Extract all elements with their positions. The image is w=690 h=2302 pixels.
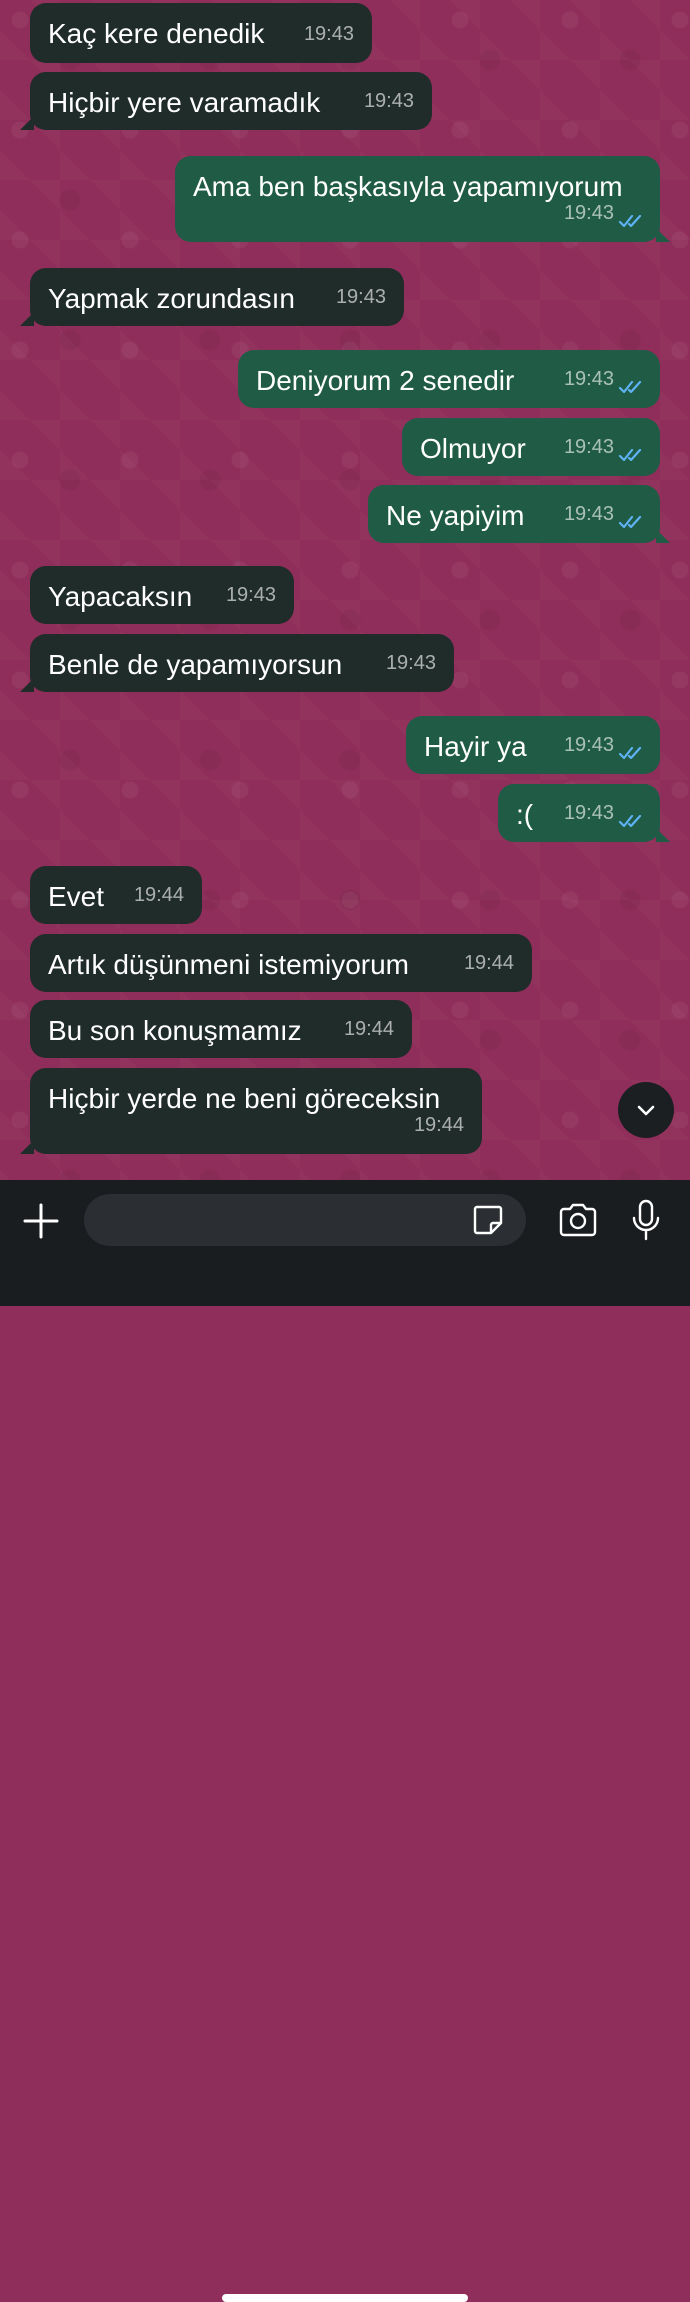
message-time: 19:44 [463,952,514,974]
message-bubble-incoming[interactable]: Hiçbir yere varamadık 19:43 [20,72,432,130]
message-bubble-incoming[interactable]: Yapmak zorundasın 19:43 [20,268,404,326]
message-text: Ne yapiyim [386,500,525,531]
message-text: Yapmak zorundasın [48,283,295,314]
read-receipt-icon [618,214,642,228]
bubble-tail [656,228,670,242]
message-time: 19:43 [563,436,614,458]
read-receipt-icon [618,448,642,462]
message-text: Kaç kere denedik [48,18,265,49]
composer-bar [0,1180,690,2302]
read-receipt-icon [618,515,642,529]
microphone-icon [632,1199,660,1241]
read-receipt-icon [618,746,642,760]
message-bubble-outgoing[interactable]: Ama ben başkasıyla yapamıyorum 19:43 [175,156,670,242]
bubble-tail [20,312,34,326]
message-time: 19:43 [563,368,614,390]
bubble-tail [20,678,34,692]
message-time: 19:43 [385,652,436,674]
read-receipt-icon [618,814,642,828]
message-bubble-incoming[interactable]: Benle de yapamıyorsun 19:43 [20,634,454,692]
attach-button[interactable] [18,1198,64,1244]
message-bubble-outgoing[interactable]: Olmuyor 19:43 [402,418,660,476]
message-time: 19:43 [225,584,276,606]
sticker-icon [473,1205,503,1235]
message-time: 19:44 [413,1114,464,1136]
bubble-tail [656,529,670,543]
bubble-tail [20,1140,34,1154]
message-time: 19:43 [563,802,614,824]
message-text: Olmuyor [420,433,526,464]
sticker-button[interactable] [468,1200,508,1240]
message-time: 19:44 [343,1018,394,1040]
plus-icon [23,1203,59,1239]
message-bubble-outgoing[interactable]: Deniyorum 2 senedir 19:43 [238,350,660,408]
camera-button[interactable] [554,1198,602,1242]
message-time: 19:43 [363,90,414,112]
home-indicator [222,2294,468,2302]
message-text: :( [516,799,534,830]
message-bubble-incoming[interactable]: Yapacaksın 19:43 [30,566,294,624]
message-bubble-outgoing[interactable]: Ne yapiyim 19:43 [368,485,670,543]
message-time: 19:43 [563,202,614,224]
message-bubble-incoming[interactable]: Bu son konuşmamız 19:44 [30,1000,412,1058]
message-bubble-incoming[interactable]: Hiçbir yerde ne beni göreceksin 19:44 [20,1068,482,1154]
message-bubble-outgoing[interactable]: Hayir ya 19:43 [406,716,660,774]
bubble-tail [20,116,34,130]
bubble-tail [656,828,670,842]
message-time: 19:43 [563,734,614,756]
message-time: 19:44 [133,884,184,906]
message-time: 19:43 [335,286,386,308]
voice-message-button[interactable] [624,1196,668,1244]
scroll-to-bottom-button[interactable] [618,1082,674,1138]
message-input[interactable] [84,1194,526,1246]
message-text: Ama ben başkasıyla yapamıyorum [193,171,623,202]
message-text: Artık düşünmeni istemiyorum [48,949,410,980]
message-bubble-incoming[interactable]: Artık düşünmeni istemiyorum 19:44 [30,934,532,992]
chevron-down-icon [637,1105,655,1116]
message-text: Hiçbir yere varamadık [48,87,321,118]
message-text: Deniyorum 2 senedir [256,365,515,396]
message-time: 19:43 [563,503,614,525]
message-text: Hiçbir yerde ne beni göreceksin [48,1083,441,1114]
message-text: Bu son konuşmamız [48,1015,302,1046]
message-text: Hayir ya [424,731,527,762]
message-bubble-incoming[interactable]: Evet 19:44 [30,866,202,924]
message-time: 19:43 [303,23,354,45]
message-bubble-incoming[interactable]: Kaç kere denedik 19:43 [30,3,372,63]
message-text: Yapacaksın [48,581,193,612]
camera-icon [559,1203,597,1237]
chat-area[interactable]: Kaç kere denedik 19:43 Hiçbir yere varam… [0,0,690,1180]
read-receipt-icon [618,380,642,394]
message-text: Benle de yapamıyorsun [48,649,343,680]
message-text: Evet [48,881,105,912]
message-bubble-outgoing[interactable]: :( 19:43 [498,784,670,842]
